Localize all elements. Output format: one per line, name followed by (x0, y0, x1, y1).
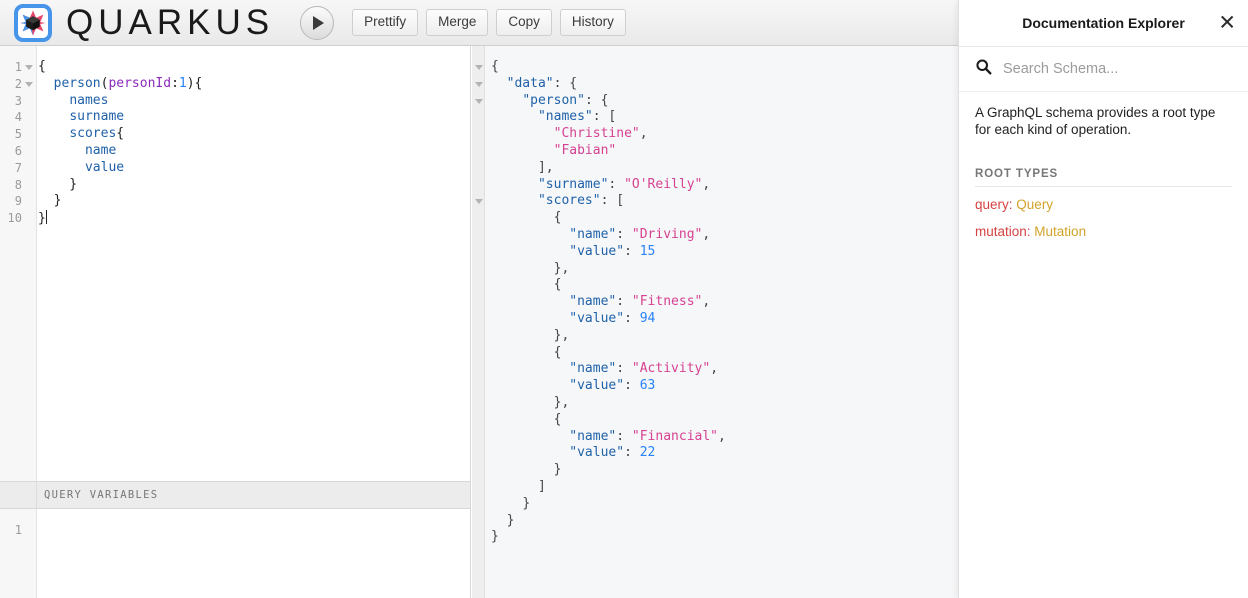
result-fold-row (472, 93, 485, 110)
result-fold-row (472, 462, 485, 479)
merge-button[interactable]: Merge (426, 9, 488, 37)
history-button[interactable]: History (560, 9, 626, 37)
result-pane: { "data": { "person": { "names": [ "Chri… (472, 46, 958, 598)
search-icon (975, 58, 993, 80)
doc-explorer-description: A GraphQL schema provides a root type fo… (959, 92, 1248, 142)
result-fold-row (472, 277, 485, 294)
root-type-mutation-type[interactable]: Mutation (1034, 224, 1086, 239)
result-fold-row (472, 227, 485, 244)
result-fold-row (472, 193, 485, 210)
query-editor-pane[interactable]: 12345678910 { person(personId:1){ names … (0, 46, 471, 481)
toolbar-buttons: Prettify Merge Copy History (352, 9, 626, 37)
app-title: QUARKUS (66, 5, 274, 40)
result-fold-row (472, 496, 485, 513)
result-fold-row (472, 395, 485, 412)
doc-search-row[interactable] (959, 47, 1248, 92)
fold-toggle-icon[interactable] (25, 82, 33, 87)
copy-button[interactable]: Copy (496, 9, 552, 37)
query-variables-header[interactable]: QUERY VARIABLES (0, 481, 471, 509)
query-line-number: 4 (0, 109, 37, 126)
result-fold-row (472, 177, 485, 194)
doc-explorer-title: Documentation Explorer (1022, 15, 1185, 31)
query-line-number: 5 (0, 126, 37, 143)
root-type-mutation[interactable]: mutation: Mutation (959, 214, 1248, 241)
result-fold-markers[interactable] (472, 59, 485, 546)
result-fold-row (472, 126, 485, 143)
result-fold-row (472, 328, 485, 345)
result-fold-row (472, 378, 485, 395)
result-fold-row (472, 479, 485, 496)
query-line-number: 8 (0, 177, 37, 194)
result-fold-row (472, 294, 485, 311)
quarkus-logo-icon (14, 4, 52, 42)
result-fold-row (472, 445, 485, 462)
query-variables-header-gutter (0, 482, 37, 508)
fold-toggle-icon[interactable] (475, 199, 483, 204)
result-fold-row (472, 429, 485, 446)
result-fold-row (472, 143, 485, 160)
query-line-number: 10 (0, 210, 37, 227)
fold-toggle-icon[interactable] (475, 99, 483, 104)
quarkus-logo-glyph (20, 10, 46, 36)
result-fold-row (472, 529, 485, 546)
result-fold-row (472, 261, 485, 278)
result-fold-row (472, 244, 485, 261)
query-line-numbers: 12345678910 (0, 59, 37, 227)
query-editor-text[interactable]: { person(personId:1){ names surname scor… (38, 46, 470, 481)
result-fold-row (472, 412, 485, 429)
root-type-mutation-field: mutation (975, 224, 1027, 239)
result-fold-row (472, 513, 485, 530)
result-fold-row (472, 361, 485, 378)
root-type-query-type[interactable]: Query (1016, 197, 1053, 212)
query-line-number: 1 (0, 59, 37, 76)
result-fold-row (472, 345, 485, 362)
root-type-query-field: query (975, 197, 1009, 212)
fold-toggle-icon[interactable] (475, 82, 483, 87)
toolbar: QUARKUS Prettify Merge Copy History (0, 0, 958, 46)
documentation-explorer-panel: Documentation Explorer ✕ A GraphQL schem… (958, 0, 1248, 598)
query-variables-pane[interactable]: 1 (0, 509, 471, 598)
query-line-number: 6 (0, 143, 37, 160)
prettify-button[interactable]: Prettify (352, 9, 418, 37)
search-schema-input[interactable] (1001, 60, 1231, 78)
fold-toggle-icon[interactable] (25, 65, 33, 70)
query-line-number: 3 (0, 93, 37, 110)
query-variables-title: QUERY VARIABLES (44, 489, 158, 501)
graphiql-app: QUARKUS Prettify Merge Copy History 1234… (0, 0, 1248, 598)
query-line-number: 2 (0, 76, 37, 93)
doc-explorer-header: Documentation Explorer ✕ (959, 0, 1248, 47)
query-line-number: 9 (0, 193, 37, 210)
fold-toggle-icon[interactable] (475, 65, 483, 70)
root-types-heading: ROOT TYPES (959, 142, 1248, 186)
result-fold-row (472, 160, 485, 177)
query-variables-text[interactable] (38, 509, 470, 598)
play-icon (313, 16, 324, 30)
close-icon[interactable]: ✕ (1218, 13, 1236, 34)
result-fold-row (472, 311, 485, 328)
execute-query-button[interactable] (300, 6, 334, 40)
root-type-query[interactable]: query: Query (959, 187, 1248, 214)
result-fold-row (472, 210, 485, 227)
result-fold-row (472, 76, 485, 93)
result-viewer-text: { "data": { "person": { "names": [ "Chri… (486, 46, 958, 598)
query-variables-line-number: 1 (0, 522, 37, 539)
result-fold-row (472, 59, 485, 76)
query-line-number: 7 (0, 160, 37, 177)
result-fold-row (472, 109, 485, 126)
